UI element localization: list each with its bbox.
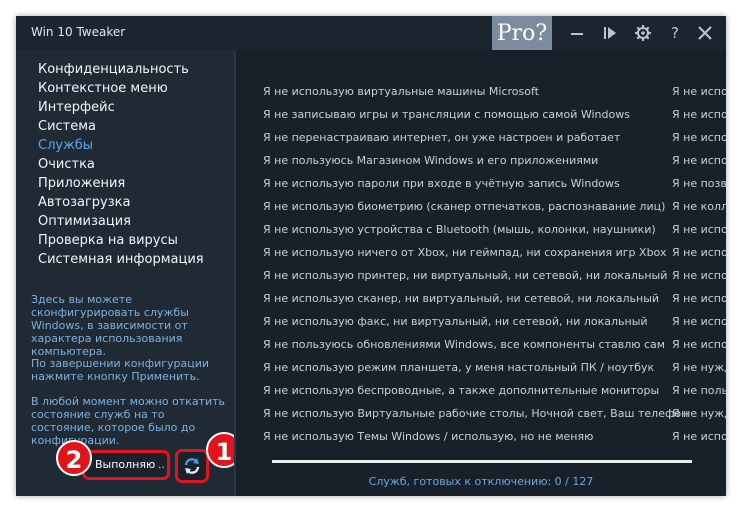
sidebar-item-6[interactable]: Приложения <box>38 174 204 193</box>
service-option-label[interactable]: Я не использую биометрию (сканер отпечат… <box>263 200 665 213</box>
service-option-label-right[interactable]: Я не нужда <box>672 407 726 420</box>
sidebar-item-4[interactable]: Службы <box>38 136 204 155</box>
service-option-label[interactable]: Я не использую сканер, ни виртуальный, н… <box>263 292 659 305</box>
help-icon[interactable]: ? <box>666 24 684 42</box>
service-option-label-right[interactable]: Я не исполь <box>672 269 726 282</box>
service-option-label-right[interactable]: Я не нужда <box>672 361 726 374</box>
service-option-label-right[interactable]: Я не исполь <box>672 108 726 121</box>
service-row[interactable]: Я не использую Темы Windows / использую,… <box>236 426 726 449</box>
apply-button-dots: .. <box>158 458 165 471</box>
window-title: Win 10 Tweaker <box>31 25 126 39</box>
minimize-icon[interactable] <box>568 24 586 42</box>
service-row[interactable]: Я не использую устройства с Bluetooth (м… <box>236 219 726 242</box>
service-option-label[interactable]: Я не пользуюсь Магазином Windows и его п… <box>263 154 598 167</box>
sidebar-nav: Конфиденциальность Контекстное меню Интерф… <box>38 60 204 269</box>
service-option-label-right[interactable]: Я не исполь <box>672 315 726 328</box>
service-option-label[interactable]: Я не перенастраиваю интернет, он уже нас… <box>263 131 620 144</box>
gear-icon[interactable] <box>634 24 652 42</box>
service-option-label[interactable]: Я не использую Виртуальные рабочие столы… <box>263 407 688 420</box>
service-row[interactable]: Я не пользуюсь обновлениями Windows, все… <box>236 334 726 357</box>
service-option-label-right[interactable]: Я не исполь <box>672 85 726 98</box>
service-option-label-right[interactable]: Я не исполь <box>672 246 726 259</box>
pro-button[interactable]: Pro? <box>492 16 552 52</box>
service-option-label[interactable]: Я не использую беспроводные, а также доп… <box>263 384 659 397</box>
service-row[interactable]: Я не использую сканер, ни виртуальный, н… <box>236 288 726 311</box>
service-option-label[interactable]: Я не использую ничего от Xbox, ни геймпа… <box>263 246 666 259</box>
apply-button-label: Выполняю <box>95 458 156 471</box>
service-option-label-right[interactable]: Я не позво <box>672 177 726 190</box>
sidebar-rollback-hint: В любой момент можно откатить состояние … <box>31 395 226 447</box>
service-option-label[interactable]: Я не использую устройства с Bluetooth (м… <box>263 223 656 236</box>
service-option-label-right[interactable]: Я не колле <box>672 200 726 213</box>
apply-button[interactable]: Выполняю .. <box>82 450 170 480</box>
sidebar-item-7[interactable]: Автозагрузка <box>38 193 204 212</box>
service-row[interactable]: Я не использую биометрию (сканер отпечат… <box>236 196 726 219</box>
sidebar-item-2[interactable]: Интерфейс <box>38 98 204 117</box>
progress-bar <box>272 460 692 463</box>
service-row[interactable]: Я не использую пароли при входе в учётну… <box>236 173 726 196</box>
service-option-label[interactable]: Я не использую пароли при входе в учётну… <box>263 177 620 190</box>
services-panel: Я не использую виртуальные машины Micros… <box>236 50 726 496</box>
service-row[interactable]: Я не использую Виртуальные рабочие столы… <box>236 403 726 426</box>
sidebar-item-1[interactable]: Контекстное меню <box>38 79 204 98</box>
sidebar-item-9[interactable]: Проверка на вирусы <box>38 231 204 250</box>
titlebar: Win 10 Tweaker Pro? ? <box>16 16 726 52</box>
service-row[interactable]: Я не пользуюсь Магазином Windows и его п… <box>236 150 726 173</box>
annotation-badge-2: 2 <box>56 440 92 476</box>
service-option-label[interactable]: Я не записываю игры и трансляции с помощ… <box>263 108 630 121</box>
service-row[interactable]: Я не использую ничего от Xbox, ни геймпа… <box>236 242 726 265</box>
service-option-label[interactable]: Я не использую виртуальные машины Micros… <box>263 85 539 98</box>
service-option-label-right[interactable]: Я не польз <box>672 384 726 397</box>
service-option-label-right[interactable]: Я не исполь <box>672 292 726 305</box>
close-icon[interactable] <box>696 24 714 42</box>
refresh-icon <box>184 458 200 474</box>
service-row[interactable]: Я не использую принтер, ни виртуальный, … <box>236 265 726 288</box>
service-option-label[interactable]: Я не использую принтер, ни виртуальный, … <box>263 269 667 282</box>
service-row[interactable]: Я не использую факс, ни виртуальный, ни … <box>236 311 726 334</box>
service-option-label-right[interactable]: Я не исполь <box>672 154 726 167</box>
service-option-label[interactable]: Я не использую Темы Windows / использую,… <box>263 430 593 443</box>
service-row[interactable]: Я не использую беспроводные, а также доп… <box>236 380 726 403</box>
sidebar-item-8[interactable]: Оптимизация <box>38 212 204 231</box>
service-option-label-right[interactable]: Я не исполь <box>672 223 726 236</box>
service-row[interactable]: Я не использую виртуальные машины Micros… <box>236 81 726 104</box>
service-option-label-right[interactable]: Я не исполь <box>672 430 726 443</box>
service-option-label-right[interactable]: Я не исполь <box>672 338 726 351</box>
service-row[interactable]: Я не записываю игры и трансляции с помощ… <box>236 104 726 127</box>
sidebar-apply-hint: По завершении конфигурации нажмите кнопк… <box>31 357 210 383</box>
service-row[interactable]: Я не перенастраиваю интернет, он уже нас… <box>236 127 726 150</box>
service-option-label-right[interactable]: Я не исполь <box>672 131 726 144</box>
service-option-label[interactable]: Я не использую режим планшета, у меня на… <box>263 361 654 374</box>
rollback-button[interactable] <box>175 449 209 483</box>
app-window: Win 10 Tweaker Pro? ? Конфиденциальность… <box>16 16 726 496</box>
play-icon[interactable] <box>601 24 619 42</box>
service-option-label[interactable]: Я не использую факс, ни виртуальный, ни … <box>263 315 648 328</box>
service-row[interactable]: Я не использую режим планшета, у меня на… <box>236 357 726 380</box>
service-option-label[interactable]: Я не пользуюсь обновлениями Windows, все… <box>263 338 665 351</box>
sidebar-item-10[interactable]: Системная информация <box>38 250 204 269</box>
services-count: Служб, готовых к отключению: 0 / 127 <box>368 475 594 488</box>
sidebar: Конфиденциальность Контекстное меню Интерф… <box>16 50 242 496</box>
sidebar-item-0[interactable]: Конфиденциальность <box>38 60 204 79</box>
sidebar-item-5[interactable]: Очистка <box>38 155 204 174</box>
sidebar-item-3[interactable]: Система <box>38 117 204 136</box>
sidebar-description: Здесь вы можете сконфигурировать службы … <box>31 293 189 358</box>
